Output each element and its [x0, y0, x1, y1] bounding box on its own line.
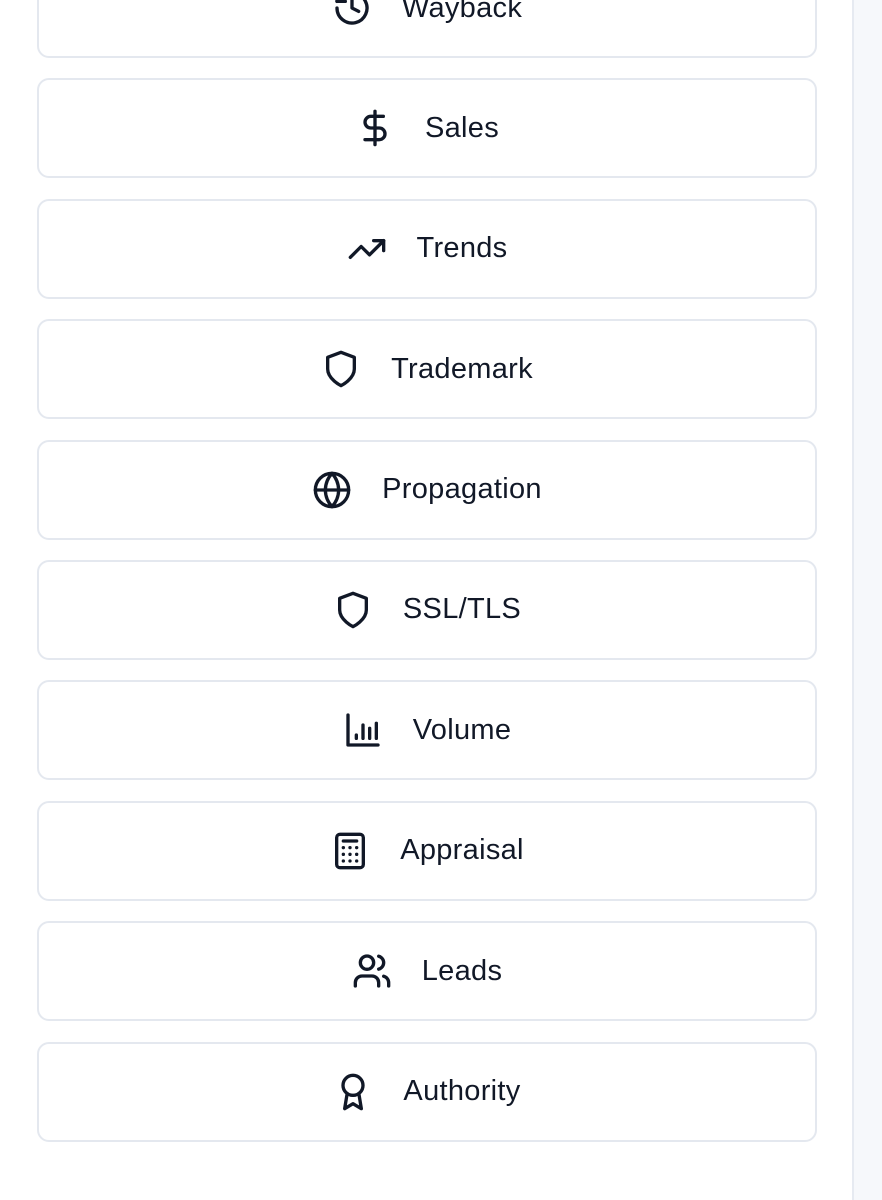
menu-item-propagation[interactable]: Propagation [37, 439, 817, 540]
menu-item-ssl-tls[interactable]: SSL/TLS [37, 559, 817, 660]
menu-item-leads[interactable]: Leads [37, 921, 817, 1022]
shield-icon [321, 349, 361, 389]
menu-item-label: Leads [421, 954, 503, 987]
side-panel-edge [852, 0, 882, 1200]
menu-item-label: Trends [416, 232, 508, 265]
menu-item-trademark[interactable]: Trademark [37, 319, 817, 420]
menu-item-label: Trademark [391, 352, 533, 385]
users-icon [352, 951, 392, 991]
menu-item-label: Sales [424, 111, 500, 144]
menu-item-label: Authority [403, 1075, 521, 1108]
tools-menu-list: Wayback Sales Trends Trademark Propagati… [37, 0, 817, 1162]
menu-item-sales[interactable]: Sales [37, 78, 817, 179]
menu-item-label: Volume [412, 713, 512, 746]
bar-chart-icon [343, 710, 383, 750]
history-clock-icon [332, 0, 372, 28]
globe-icon [312, 470, 352, 510]
award-icon [333, 1072, 373, 1112]
menu-item-wayback[interactable]: Wayback [37, 0, 817, 58]
menu-item-label: Wayback [401, 0, 523, 24]
menu-item-trends[interactable]: Trends [37, 198, 817, 299]
menu-item-volume[interactable]: Volume [37, 680, 817, 781]
calculator-icon [330, 831, 370, 871]
dollar-sign-icon [355, 108, 395, 148]
tools-panel: Wayback Sales Trends Trademark Propagati… [0, 0, 882, 1200]
menu-item-label: SSL/TLS [402, 593, 522, 626]
shield-icon [333, 590, 373, 630]
menu-item-authority[interactable]: Authority [37, 1041, 817, 1142]
menu-item-appraisal[interactable]: Appraisal [37, 800, 817, 901]
menu-item-label: Propagation [382, 473, 542, 506]
menu-item-label: Appraisal [400, 834, 524, 867]
trending-up-icon [347, 229, 387, 269]
